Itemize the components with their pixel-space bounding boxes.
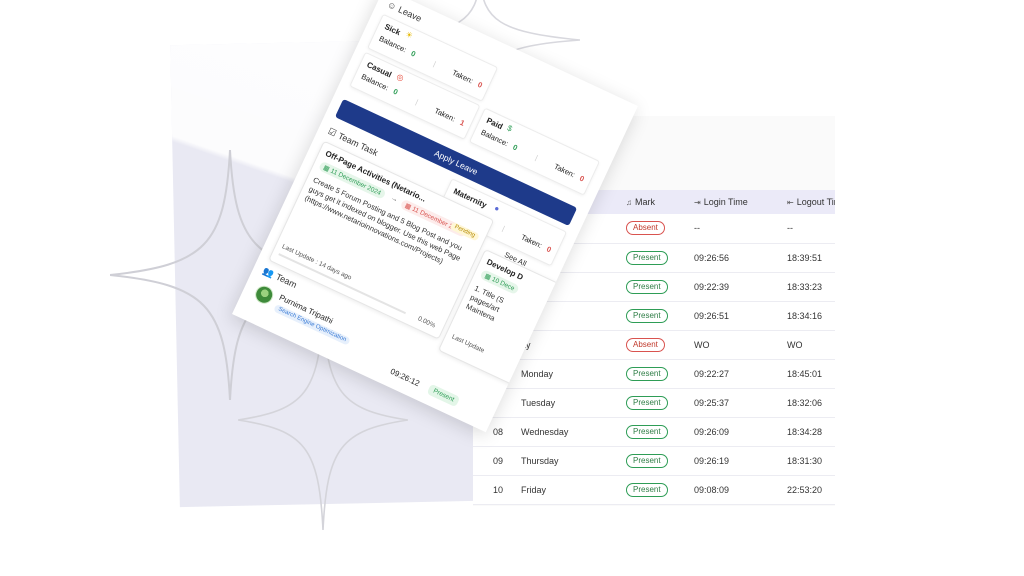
status-badge: Present bbox=[426, 383, 461, 408]
last-update-text: Last Update : 14 days ago bbox=[280, 243, 353, 282]
login-time-column-header[interactable]: ⇥ Login Time bbox=[694, 190, 787, 214]
status-badge: Absent bbox=[626, 221, 665, 236]
login-icon: ⇥ bbox=[694, 198, 701, 207]
table-row[interactable]: 10 Friday Present 09:08:09 22:53:20 bbox=[473, 475, 835, 504]
member-login-time: 09:26:12 bbox=[388, 366, 421, 389]
team-icon: 👥 bbox=[261, 265, 276, 280]
table-row[interactable]: 08 Wednesday Present 09:26:09 18:34:28 bbox=[473, 417, 835, 446]
logout-time-column-header[interactable]: ⇤Logout Tim bbox=[787, 190, 835, 214]
status-badge: Present bbox=[626, 308, 668, 323]
logout-icon: ⇤ bbox=[787, 198, 794, 207]
task-icon: ☑ bbox=[326, 126, 339, 139]
mark-column-header[interactable]: ♫ Mark bbox=[626, 190, 694, 214]
casual-icon: ◎ bbox=[395, 71, 406, 83]
task-progress-label: 0.00% bbox=[416, 315, 437, 330]
leave-icon: ☺ bbox=[385, 0, 399, 13]
status-badge: Present bbox=[626, 279, 668, 294]
arrow-right-icon: → bbox=[389, 194, 399, 204]
table-row[interactable]: Monday Present 09:22:27 18:45:01 bbox=[473, 359, 835, 388]
mark-icon: ♫ bbox=[626, 198, 632, 207]
status-badge: Present bbox=[626, 250, 668, 265]
sick-icon: ☀ bbox=[403, 29, 415, 41]
table-row[interactable]: 09 Thursday Present 09:26:19 18:31:30 bbox=[473, 446, 835, 475]
status-badge: Present bbox=[626, 482, 668, 497]
last-update-text: Last Update bbox=[450, 333, 486, 355]
status-badge: Absent bbox=[626, 337, 665, 352]
status-badge: Present bbox=[626, 366, 668, 381]
avatar bbox=[252, 282, 277, 307]
maternity-icon: ● bbox=[492, 203, 501, 214]
task-description: 1. Title (S pages/art Maintena bbox=[464, 283, 506, 323]
status-badge: Present bbox=[626, 395, 668, 410]
status-badge: Present bbox=[626, 424, 668, 439]
paid-icon: $ bbox=[505, 123, 514, 134]
table-row[interactable]: Tuesday Present 09:25:37 18:32:06 bbox=[473, 388, 835, 417]
status-badge: Present bbox=[626, 453, 668, 468]
